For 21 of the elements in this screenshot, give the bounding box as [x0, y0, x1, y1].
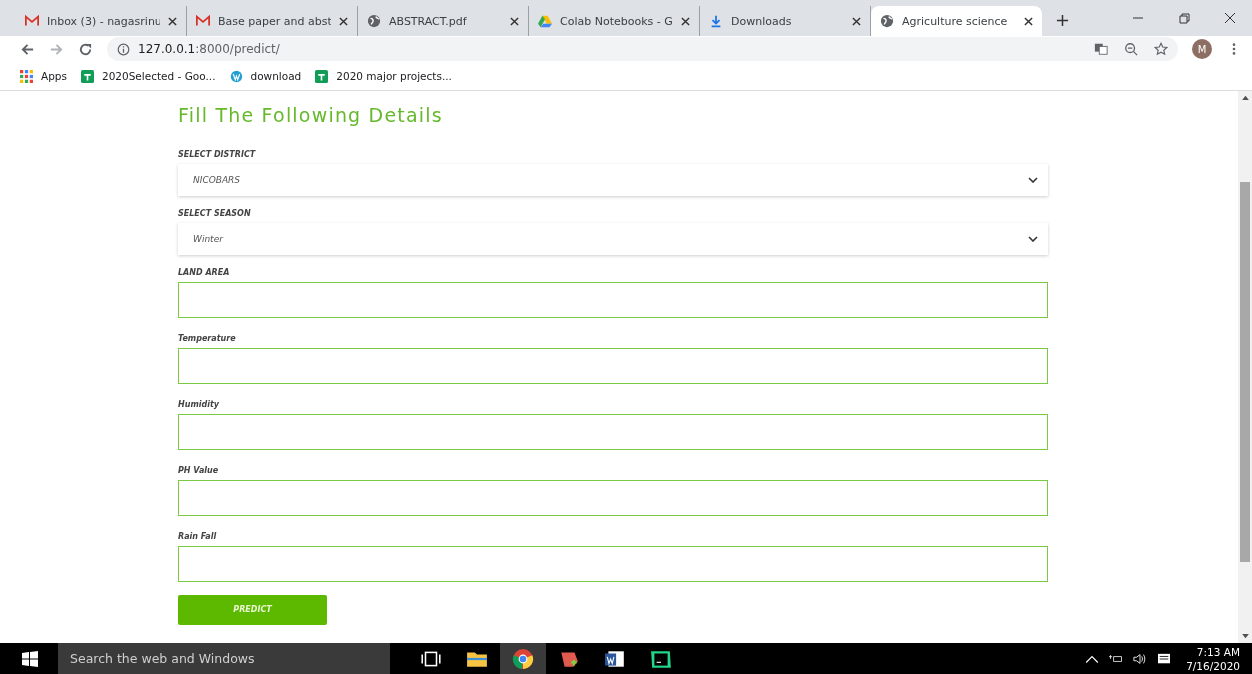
bookmark[interactable]: 2020 major projects... — [315, 69, 452, 83]
bookmark[interactable]: download — [229, 69, 302, 83]
clock-date: 7/16/2020 — [1186, 658, 1240, 673]
bookmark[interactable]: 2020Selected - Goo... — [81, 69, 216, 83]
field-label: LAND AREA — [178, 267, 231, 278]
form-heading: Fill The Following Details — [178, 103, 444, 127]
field-label: SELECT SEASON — [178, 208, 252, 219]
search-field[interactable]: Search the web and Windows — [58, 643, 390, 674]
clock-time: 7:13 AM — [1196, 644, 1240, 659]
profile-avatar[interactable]: M — [1192, 39, 1212, 59]
field-label: Rain Fall — [178, 531, 218, 542]
field-label: SELECT DISTRICT — [178, 149, 257, 160]
field-label: Temperature — [178, 333, 237, 344]
field-label: PH Value — [178, 465, 220, 476]
url-text: 127.0.0.1:8000/predict/ — [138, 42, 280, 56]
browser-tab[interactable]: Agriculture science — [871, 6, 1042, 36]
field-label: Humidity — [178, 399, 220, 410]
dropdown[interactable]: NICOBARS — [178, 164, 1048, 196]
bookmark[interactable]: Apps — [20, 69, 67, 83]
dropdown[interactable]: Winter — [178, 223, 1048, 255]
address-bar[interactable]: 127.0.0.1:8000/predict/ — [107, 37, 1178, 61]
